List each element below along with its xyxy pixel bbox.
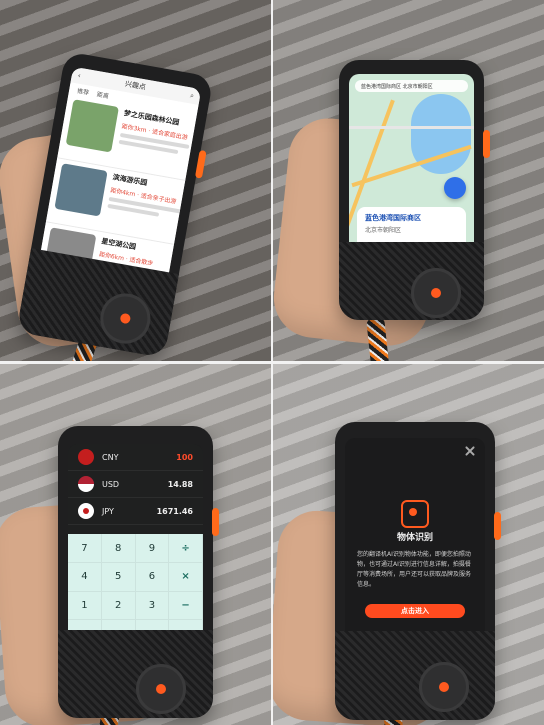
phone-screen: 物体识别 您的翻译机AI识别物体功能，即便您拍照动物，也可通过AI识别进行信息详… (345, 438, 485, 644)
filter-1[interactable]: 推荐 (77, 85, 90, 96)
panel-1: ‹ 兴趣点 ⌕ 推荐 距离 梦之乐园森林公园 距你3km · 适合家庭出游 滨海… (0, 0, 271, 361)
key-6[interactable]: 6 (135, 562, 170, 592)
thumbnail (65, 99, 119, 153)
currency-code: CNY (102, 452, 119, 462)
key-5[interactable]: 5 (101, 562, 136, 592)
thumbnail (54, 163, 108, 217)
search-icon[interactable]: ⌕ (189, 91, 195, 101)
currency-value: 1671.46 (156, 506, 193, 516)
currency-code: USD (102, 479, 120, 489)
panel-4: 物体识别 您的翻译机AI识别物体功能，即便您拍照动物，也可通过AI识别进行信息详… (273, 364, 544, 725)
knurled-grip (335, 630, 495, 720)
panel-3: CNY 100 USD 14.88 JPY 1671.46 7 8 9 ÷ 4 … (0, 364, 271, 725)
phone: 物体识别 您的翻译机AI识别物体功能，即便您拍照动物，也可通过AI识别进行信息详… (335, 422, 501, 720)
map-search-text: 蓝色港湾国际商区 北京市朝阳区 (361, 83, 433, 90)
currency-left: JPY (78, 503, 114, 519)
description: 您的翻译机AI识别物体功能，即便您拍照动物，也可通过AI识别进行信息详解，拍摄餐… (357, 551, 472, 588)
jpy-flag-icon (78, 503, 94, 519)
enter-button[interactable]: 点击进入 (365, 604, 465, 618)
side-key[interactable] (483, 130, 490, 158)
home-button[interactable] (411, 268, 461, 318)
home-button[interactable] (136, 664, 186, 714)
place-title: 蓝色港湾国际商区 (365, 214, 421, 222)
phone-screen: 蓝色港湾国际商区 北京市朝阳区 蓝色港湾国际商区 北京市朝阳区 导航 路线 收藏… (349, 74, 474, 259)
knurled-grip (58, 630, 213, 718)
place-subtitle: 北京市朝阳区 (365, 227, 402, 234)
key-4[interactable]: 4 (68, 562, 102, 592)
key-divide[interactable]: ÷ (169, 534, 203, 563)
phone: 蓝色港湾国际商区 北京市朝阳区 蓝色港湾国际商区 北京市朝阳区 导航 路线 收藏… (339, 60, 490, 320)
panel-2: 蓝色港湾国际商区 北京市朝阳区 蓝色港湾国际商区 北京市朝阳区 导航 路线 收藏… (273, 0, 544, 361)
key-7[interactable]: 7 (68, 534, 102, 563)
currency-value: 14.88 (167, 479, 193, 489)
key-1[interactable]: 1 (68, 591, 102, 621)
key-minus[interactable]: − (169, 591, 203, 621)
currency-row[interactable]: JPY 1671.46 (68, 498, 203, 525)
currency-left: USD (78, 476, 119, 492)
phone: CNY 100 USD 14.88 JPY 1671.46 7 8 9 ÷ 4 … (58, 426, 219, 718)
currency-left: CNY (78, 449, 118, 465)
knurled-grip (339, 242, 484, 320)
item-meta: 梦之乐园森林公园 距你3km · 适合家庭出游 (115, 108, 190, 175)
currency-row[interactable]: CNY 100 (68, 444, 203, 471)
currency-row[interactable]: USD 14.88 (68, 471, 203, 498)
phone-screen: CNY 100 USD 14.88 JPY 1671.46 7 8 9 ÷ 4 … (68, 444, 203, 649)
cny-flag-icon (78, 449, 94, 465)
usd-flag-icon (78, 476, 94, 492)
close-icon[interactable] (463, 444, 477, 458)
camera-target-icon (401, 500, 429, 528)
key-8[interactable]: 8 (101, 534, 136, 563)
key-multiply[interactable]: × (169, 562, 203, 592)
key-3[interactable]: 3 (135, 591, 170, 621)
home-button[interactable] (419, 662, 469, 712)
item-meta: 滨海游乐园 距你4km · 适合亲子出游 (104, 172, 183, 239)
currency-code: JPY (102, 506, 114, 516)
map-search[interactable]: 蓝色港湾国际商区 北京市朝阳区 (355, 80, 468, 92)
key-2[interactable]: 2 (101, 591, 136, 621)
screen-title: 兴趣点 (124, 79, 147, 92)
filter-2[interactable]: 距离 (96, 89, 109, 100)
side-key[interactable] (212, 508, 219, 536)
navigate-button[interactable] (444, 177, 466, 199)
side-key[interactable] (494, 512, 501, 540)
currency-value: 100 (176, 452, 193, 462)
back-icon[interactable]: ‹ (77, 72, 81, 80)
key-9[interactable]: 9 (135, 534, 170, 563)
screen-title: 物体识别 (396, 533, 433, 543)
road (349, 126, 474, 129)
